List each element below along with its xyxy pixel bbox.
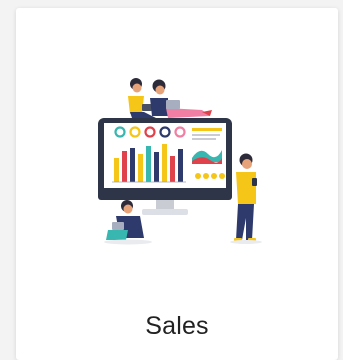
monitor-illustration (98, 118, 232, 215)
card-title: Sales (145, 312, 209, 340)
person-standing-with-phone (230, 153, 262, 244)
sales-dashboard-illustration (98, 78, 262, 245)
person-with-laptop (150, 79, 212, 118)
sales-card[interactable]: Sales (16, 8, 338, 360)
person-sitting-floor (104, 200, 152, 245)
